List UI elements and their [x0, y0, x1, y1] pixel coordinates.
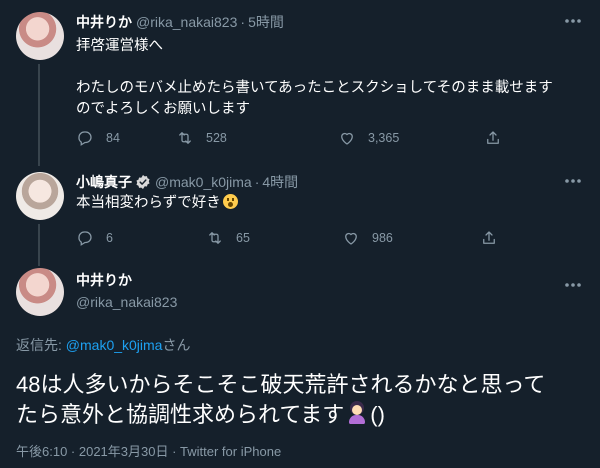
action-bar: 84 528 3,365: [76, 128, 586, 148]
like-icon: [345, 232, 357, 245]
retweet-icon: [179, 132, 191, 144]
timestamp[interactable]: 4時間: [262, 172, 298, 192]
main-tweet-text-line: 48は人多いからそこそこ破天荒許されるかなと思って: [16, 372, 546, 397]
like-button[interactable]: 3,365: [338, 129, 399, 147]
reply-button[interactable]: 84: [76, 129, 120, 147]
separator-dot: ·: [254, 174, 260, 190]
person-tipping-hand-icon: [346, 403, 368, 425]
tweet-text-line: 拝啓運営様へ: [76, 38, 163, 54]
reply-count: 84: [106, 131, 120, 145]
retweet-button[interactable]: 65: [206, 229, 250, 247]
more-icon[interactable]: [562, 172, 584, 190]
tweet-header: 小嶋真子 @mak0_k0jima · 4時間: [76, 172, 298, 192]
tweet-metadata[interactable]: 午後6:10 · 2021年3月30日 · Twitter for iPhone: [16, 441, 281, 460]
tweet-text: 本当相変わらずで好き: [76, 193, 586, 214]
verified-badge-icon: [136, 175, 150, 189]
user-handle[interactable]: @rika_nakai823: [136, 14, 237, 30]
timestamp[interactable]: 5時間: [248, 12, 284, 32]
share-icon: [483, 231, 495, 244]
like-button[interactable]: 986: [342, 229, 393, 247]
user-handle[interactable]: @rika_nakai823: [76, 294, 177, 310]
reply-button[interactable]: 6: [76, 229, 113, 247]
action-bar: 6 65 986: [76, 228, 586, 248]
tweet-text-line: のでよろしくお願いします: [76, 101, 250, 117]
reply-icon: [78, 131, 92, 146]
display-name[interactable]: 中井りか: [76, 270, 132, 290]
tweet-kojima[interactable]: 小嶋真子 @mak0_k0jima · 4時間 本当相変わらずで好き 6 65 …: [0, 166, 600, 266]
reply-count: 6: [106, 231, 113, 245]
reply-mention-link[interactable]: @mak0_k0jima: [66, 337, 163, 353]
like-icon: [341, 132, 353, 145]
thread-line: [38, 224, 40, 266]
share-icon: [487, 131, 499, 144]
replying-to: 返信先: @mak0_k0jimaさん: [16, 335, 190, 355]
replying-to-suffix: さん: [162, 337, 191, 353]
main-tweet-handle: @rika_nakai823: [76, 294, 177, 310]
share-button[interactable]: [484, 129, 502, 147]
astonished-face-icon: [222, 194, 238, 209]
user-handle[interactable]: @mak0_k0jima: [155, 174, 252, 190]
retweet-count: 65: [236, 231, 250, 245]
replying-to-prefix: 返信先:: [16, 337, 66, 353]
avatar[interactable]: [16, 268, 64, 316]
avatar[interactable]: [16, 12, 64, 60]
tweet-text-line: わたしのモバメ止めたら書いてあったことスクショしてそのまま載せます: [76, 80, 553, 96]
like-count: 986: [372, 231, 393, 245]
main-tweet: 中井りか @rika_nakai823: [0, 262, 600, 468]
tweet-text-line: 本当相変わらずで好き: [76, 195, 221, 211]
main-tweet-text-line: たら意外と協調性求められてます: [16, 402, 345, 427]
retweet-button[interactable]: 528: [176, 129, 227, 147]
display-name[interactable]: 小嶋真子: [76, 172, 132, 192]
more-icon[interactable]: [562, 12, 584, 30]
tweet-header: 中井りか @rika_nakai823 · 5時間: [76, 12, 284, 32]
more-icon[interactable]: [562, 276, 584, 294]
tweet-rika-1[interactable]: 中井りか @rika_nakai823 · 5時間 拝啓運営様へ わたしのモバメ…: [0, 0, 600, 166]
main-tweet-name: 中井りか: [76, 270, 132, 290]
reply-icon: [78, 231, 92, 246]
retweet-icon: [209, 232, 221, 244]
display-name[interactable]: 中井りか: [76, 12, 132, 32]
separator-dot: ·: [240, 14, 246, 30]
share-button[interactable]: [480, 229, 498, 247]
thread-line: [38, 64, 40, 166]
tweet-text: 拝啓運営様へ わたしのモバメ止めたら書いてあったことスクショしてそのまま載せます…: [76, 36, 586, 120]
main-tweet-text: 48は人多いからそこそこ破天荒許されるかなと思って たら意外と協調性求められてま…: [16, 370, 586, 430]
retweet-count: 528: [206, 131, 227, 145]
avatar[interactable]: [16, 172, 64, 220]
like-count: 3,365: [368, 131, 400, 145]
main-tweet-text-tail: (): [370, 402, 385, 427]
